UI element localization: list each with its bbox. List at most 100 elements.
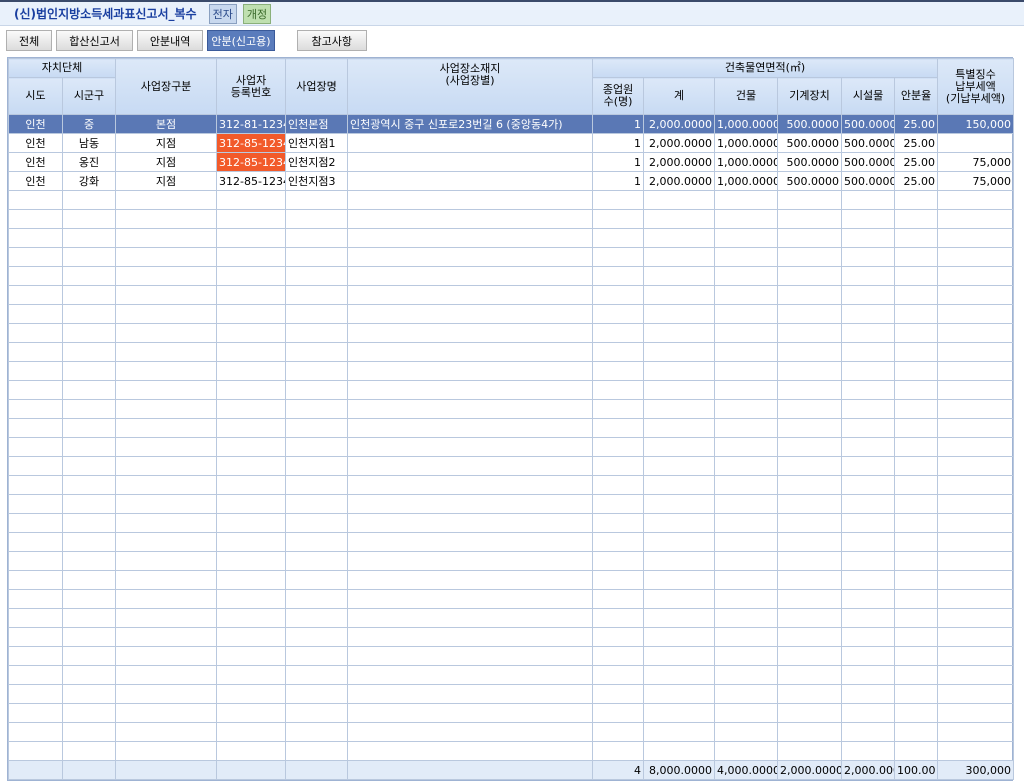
empty-cell[interactable] bbox=[285, 570, 349, 590]
empty-cell[interactable] bbox=[777, 399, 843, 419]
empty-cell[interactable] bbox=[643, 380, 716, 400]
empty-cell[interactable] bbox=[216, 665, 287, 685]
empty-cell[interactable] bbox=[592, 418, 645, 438]
reference-button[interactable]: 참고사항 bbox=[296, 30, 368, 51]
cell-ratio[interactable]: 25.00 bbox=[894, 114, 939, 134]
empty-cell[interactable] bbox=[285, 399, 349, 419]
empty-cell[interactable] bbox=[841, 380, 896, 400]
cell-name[interactable]: 인천지점1 bbox=[285, 133, 349, 153]
empty-cell[interactable] bbox=[777, 551, 843, 571]
empty-cell[interactable] bbox=[8, 361, 63, 381]
empty-cell[interactable] bbox=[8, 418, 63, 438]
tab-allocation-report[interactable]: 안분(신고용) bbox=[207, 30, 275, 51]
empty-cell[interactable] bbox=[216, 722, 287, 742]
empty-cell[interactable] bbox=[8, 266, 63, 286]
cell-sido[interactable]: 인천 bbox=[8, 171, 63, 191]
empty-cell[interactable] bbox=[347, 418, 594, 438]
empty-cell[interactable] bbox=[8, 247, 63, 267]
empty-cell[interactable] bbox=[643, 323, 716, 343]
empty-cell[interactable] bbox=[216, 209, 287, 229]
empty-cell[interactable] bbox=[714, 589, 779, 609]
empty-cell[interactable] bbox=[347, 342, 594, 362]
empty-cell[interactable] bbox=[592, 456, 645, 476]
empty-cell[interactable] bbox=[347, 380, 594, 400]
cell-bizno[interactable]: 312-85-12347 bbox=[216, 171, 287, 191]
empty-cell[interactable] bbox=[841, 646, 896, 666]
empty-cell[interactable] bbox=[894, 342, 939, 362]
empty-cell[interactable] bbox=[714, 342, 779, 362]
empty-cell[interactable] bbox=[937, 684, 1015, 704]
empty-row[interactable] bbox=[8, 380, 1015, 400]
empty-cell[interactable] bbox=[841, 551, 896, 571]
empty-cell[interactable] bbox=[347, 456, 594, 476]
empty-cell[interactable] bbox=[8, 304, 63, 324]
empty-cell[interactable] bbox=[841, 570, 896, 590]
empty-cell[interactable] bbox=[714, 646, 779, 666]
table-row[interactable]: 인천중본점312-81-12349인천본점인천광역시 중구 신포로23번길 6 … bbox=[8, 114, 1015, 134]
empty-cell[interactable] bbox=[8, 722, 63, 742]
empty-cell[interactable] bbox=[714, 285, 779, 305]
empty-cell[interactable] bbox=[216, 304, 287, 324]
empty-cell[interactable] bbox=[937, 361, 1015, 381]
empty-cell[interactable] bbox=[115, 304, 218, 324]
empty-cell[interactable] bbox=[777, 361, 843, 381]
empty-cell[interactable] bbox=[115, 627, 218, 647]
empty-cell[interactable] bbox=[937, 722, 1015, 742]
empty-cell[interactable] bbox=[8, 703, 63, 723]
empty-row[interactable] bbox=[8, 342, 1015, 362]
empty-cell[interactable] bbox=[841, 399, 896, 419]
empty-cell[interactable] bbox=[61, 304, 117, 324]
empty-cell[interactable] bbox=[714, 703, 779, 723]
empty-cell[interactable] bbox=[115, 475, 218, 495]
cell-type[interactable]: 지점 bbox=[115, 133, 218, 153]
empty-cell[interactable] bbox=[937, 209, 1015, 229]
empty-cell[interactable] bbox=[115, 513, 218, 533]
empty-cell[interactable] bbox=[841, 703, 896, 723]
empty-cell[interactable] bbox=[937, 266, 1015, 286]
empty-cell[interactable] bbox=[714, 608, 779, 628]
empty-cell[interactable] bbox=[115, 703, 218, 723]
empty-cell[interactable] bbox=[643, 190, 716, 210]
empty-cell[interactable] bbox=[347, 399, 594, 419]
empty-cell[interactable] bbox=[714, 190, 779, 210]
empty-cell[interactable] bbox=[8, 589, 63, 609]
empty-cell[interactable] bbox=[216, 646, 287, 666]
empty-cell[interactable] bbox=[115, 437, 218, 457]
empty-cell[interactable] bbox=[285, 285, 349, 305]
empty-cell[interactable] bbox=[894, 722, 939, 742]
empty-cell[interactable] bbox=[592, 532, 645, 552]
empty-cell[interactable] bbox=[643, 304, 716, 324]
cell-building[interactable]: 1,000.0000 bbox=[714, 171, 779, 191]
cell-address[interactable] bbox=[347, 171, 594, 191]
empty-cell[interactable] bbox=[714, 418, 779, 438]
empty-cell[interactable] bbox=[894, 608, 939, 628]
empty-cell[interactable] bbox=[61, 323, 117, 343]
empty-cell[interactable] bbox=[894, 361, 939, 381]
empty-cell[interactable] bbox=[777, 209, 843, 229]
empty-cell[interactable] bbox=[714, 247, 779, 267]
empty-cell[interactable] bbox=[937, 665, 1015, 685]
electronic-badge[interactable]: 전자 bbox=[208, 3, 237, 24]
empty-cell[interactable] bbox=[592, 361, 645, 381]
cell-facility[interactable]: 500.0000 bbox=[841, 171, 896, 191]
empty-cell[interactable] bbox=[841, 228, 896, 248]
empty-cell[interactable] bbox=[592, 646, 645, 666]
empty-cell[interactable] bbox=[285, 304, 349, 324]
empty-cell[interactable] bbox=[61, 342, 117, 362]
empty-cell[interactable] bbox=[592, 209, 645, 229]
empty-cell[interactable] bbox=[714, 513, 779, 533]
empty-cell[interactable] bbox=[285, 627, 349, 647]
empty-cell[interactable] bbox=[894, 741, 939, 761]
empty-cell[interactable] bbox=[347, 722, 594, 742]
empty-cell[interactable] bbox=[937, 247, 1015, 267]
empty-cell[interactable] bbox=[714, 361, 779, 381]
empty-cell[interactable] bbox=[643, 342, 716, 362]
empty-cell[interactable] bbox=[894, 589, 939, 609]
empty-cell[interactable] bbox=[841, 589, 896, 609]
empty-cell[interactable] bbox=[285, 418, 349, 438]
empty-cell[interactable] bbox=[347, 266, 594, 286]
empty-cell[interactable] bbox=[841, 532, 896, 552]
empty-cell[interactable] bbox=[592, 551, 645, 571]
empty-cell[interactable] bbox=[216, 190, 287, 210]
empty-cell[interactable] bbox=[347, 741, 594, 761]
